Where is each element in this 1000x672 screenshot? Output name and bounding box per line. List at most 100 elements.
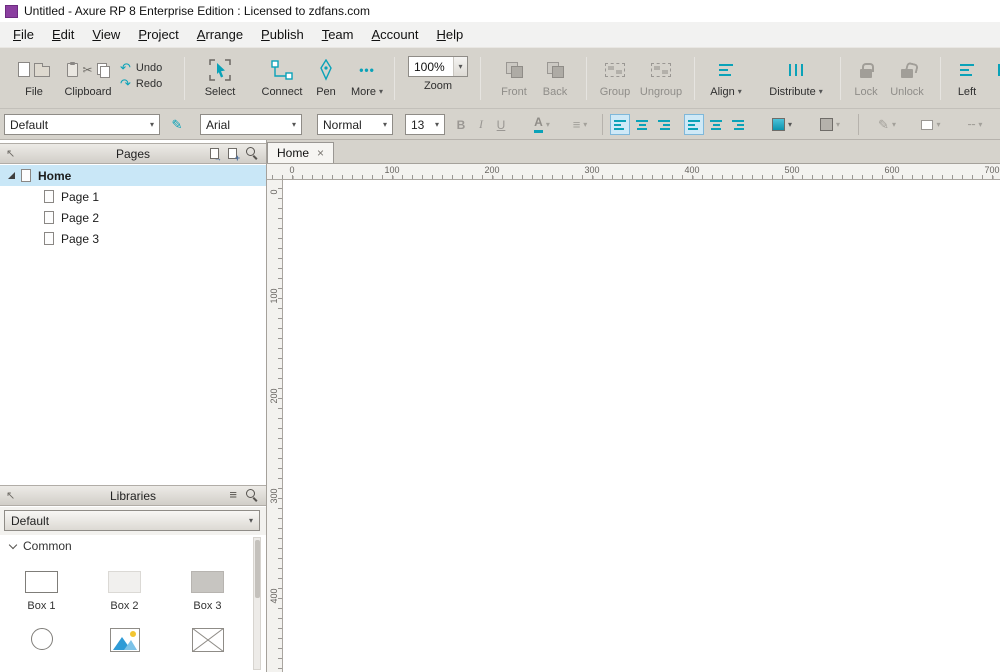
ungroup-button[interactable]: Ungroup: [636, 56, 686, 98]
border-style-button[interactable]: ▾: [912, 114, 950, 135]
align-middle-button[interactable]: [706, 114, 726, 135]
align-center-button[interactable]: [632, 114, 652, 135]
page-icon: [21, 169, 31, 182]
align-bottom-button[interactable]: [728, 114, 748, 135]
page-item-page-2[interactable]: Page 2: [0, 207, 266, 228]
scrollbar-thumb[interactable]: [255, 540, 260, 598]
libraries-scrollbar[interactable]: [253, 537, 261, 670]
library-select[interactable]: Default ▾: [4, 510, 260, 531]
pen-tool-button[interactable]: Pen: [310, 56, 342, 98]
edit-style-button[interactable]: ✎: [166, 114, 188, 135]
chevron-down-icon: [9, 540, 17, 548]
bold-button[interactable]: B: [452, 114, 470, 135]
arrow-style-button[interactable]: ╌ ▾: [956, 114, 994, 135]
menu-view[interactable]: View: [83, 24, 129, 45]
distribute-caret-icon: ▾: [819, 88, 823, 96]
import-pages-icon[interactable]: [210, 148, 219, 159]
zoom-select[interactable]: 100% ▾: [408, 56, 468, 77]
border-style-caret-icon: ▾: [936, 121, 940, 129]
add-page-icon[interactable]: [228, 148, 237, 159]
font-style-select[interactable]: Normal ▾: [317, 114, 393, 135]
select-mode-button[interactable]: Select: [194, 56, 246, 98]
design-canvas[interactable]: [283, 180, 1000, 672]
font-family-select[interactable]: Arial ▾: [200, 114, 302, 135]
bring-front-button[interactable]: Front: [496, 56, 532, 98]
line-spacing-caret-icon: ▾: [583, 121, 587, 129]
axure-window: Untitled - Axure RP 8 Enterprise Edition…: [0, 0, 1000, 672]
file-icons: [18, 56, 50, 83]
ellipse-thumbnail: [31, 628, 53, 650]
libraries-panel-header: ↖ Libraries ≡: [0, 485, 266, 506]
ruler-number: 400: [684, 165, 699, 175]
page-label: Page 3: [61, 232, 99, 246]
redo-button[interactable]: ↷ Redo: [120, 76, 162, 91]
stylebar-separator: [602, 114, 603, 135]
widget-placeholder[interactable]: [192, 628, 224, 652]
menu-account[interactable]: Account: [362, 24, 427, 45]
align-right-button[interactable]: [654, 114, 674, 135]
widget-image[interactable]: [110, 628, 140, 652]
italic-button[interactable]: I: [472, 114, 490, 135]
open-file-icon: [34, 66, 50, 77]
fill-color-button[interactable]: ▾: [762, 114, 802, 135]
menu-edit[interactable]: Edit: [43, 24, 83, 45]
search-libraries-icon[interactable]: [246, 489, 258, 501]
border-style-icon: [921, 120, 933, 130]
clipboard-button[interactable]: ✂ Clipboard: [60, 56, 116, 98]
libraries-menu-icon[interactable]: ≡: [229, 490, 237, 500]
more-tools-button[interactable]: ••• More ▾: [346, 56, 388, 98]
menu-project[interactable]: Project: [129, 24, 187, 45]
library-section-common[interactable]: Common: [0, 535, 266, 557]
align-button[interactable]: Align ▾: [704, 56, 748, 98]
back-label: Back: [543, 86, 567, 98]
send-back-button[interactable]: Back: [538, 56, 572, 98]
align-top-button[interactable]: [684, 114, 704, 135]
expander-icon[interactable]: [8, 172, 15, 179]
menu-team[interactable]: Team: [313, 24, 363, 45]
align-left-button[interactable]: [610, 114, 630, 135]
group-button[interactable]: Group: [596, 56, 634, 98]
widget-ellipse[interactable]: [31, 628, 53, 652]
align-right-icon: [658, 120, 670, 130]
widget-box-2[interactable]: Box 2: [108, 571, 141, 612]
font-size-caret-icon: ▾: [435, 121, 439, 129]
horizontal-ruler[interactable]: 0 100 200 300 400 500 600 700: [267, 164, 1000, 180]
font-size-select[interactable]: 13 ▾: [405, 114, 445, 135]
left-align-button[interactable]: Left: [950, 56, 984, 98]
title-bar: Untitled - Axure RP 8 Enterprise Edition…: [0, 0, 1000, 22]
line-spacing-button[interactable]: ≡ ▾: [564, 114, 596, 135]
tab-home[interactable]: Home ×: [267, 142, 334, 163]
widget-box-3[interactable]: Box 3: [191, 571, 224, 612]
widget-box-1[interactable]: Box 1: [25, 571, 58, 612]
menu-arrange[interactable]: Arrange: [188, 24, 252, 45]
lock-label: Lock: [854, 86, 877, 98]
menu-file[interactable]: File: [4, 24, 43, 45]
undo-button[interactable]: ↶ Undo: [120, 60, 162, 75]
search-pages-icon[interactable]: [246, 147, 258, 159]
page-item-page-1[interactable]: Page 1: [0, 186, 266, 207]
page-item-page-3[interactable]: Page 3: [0, 228, 266, 249]
widget-label: Box 1: [27, 600, 55, 612]
menu-help[interactable]: Help: [427, 24, 472, 45]
toolbar-button-clipped[interactable]: [990, 56, 1000, 83]
unlock-button[interactable]: Unlock: [886, 56, 928, 98]
page-item-home[interactable]: Home: [0, 165, 266, 186]
menu-publish[interactable]: Publish: [252, 24, 313, 45]
italic-icon: I: [479, 117, 483, 132]
undo-label: Undo: [136, 62, 162, 74]
connect-mode-button[interactable]: Connect: [258, 56, 306, 98]
border-width-button[interactable]: ✎ ▾: [868, 114, 906, 135]
distribute-button[interactable]: Distribute ▾: [766, 56, 826, 98]
tab-close-icon[interactable]: ×: [317, 147, 324, 159]
line-color-button[interactable]: ▾: [812, 114, 848, 135]
vertical-ruler[interactable]: 0 100 200 300 400: [267, 180, 283, 672]
underline-button[interactable]: U: [492, 114, 510, 135]
zoom-caret-icon[interactable]: ▾: [453, 57, 467, 76]
style-preset-select[interactable]: Default ▾: [4, 114, 160, 135]
text-color-button[interactable]: A ▾: [526, 114, 558, 135]
file-label: File: [25, 86, 43, 98]
file-button[interactable]: File: [6, 56, 62, 98]
cut-icon: ✂: [82, 63, 92, 77]
group-label: Group: [600, 86, 631, 98]
lock-button[interactable]: Lock: [850, 56, 882, 98]
